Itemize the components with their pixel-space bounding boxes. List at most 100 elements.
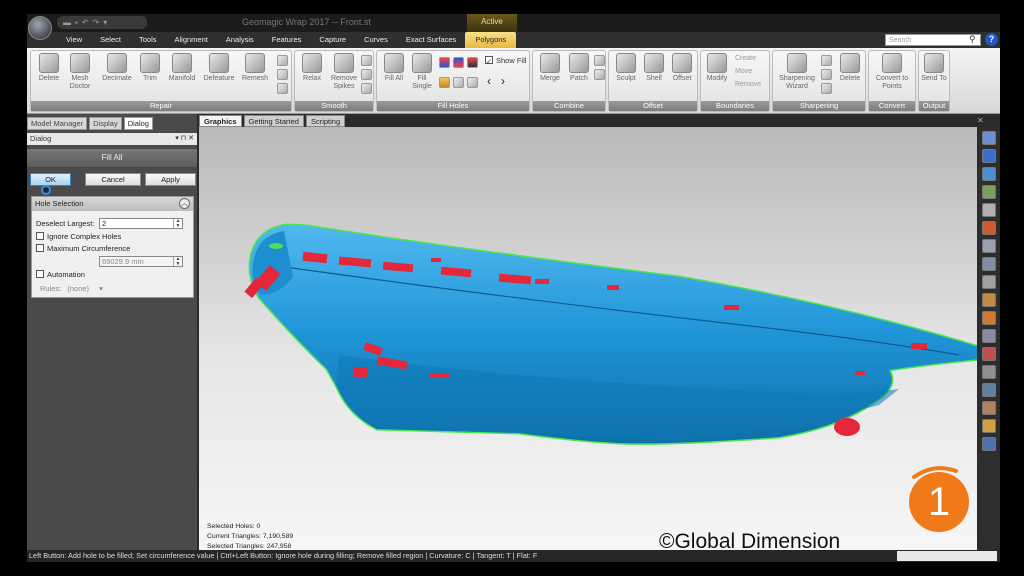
fill-type-tangent-icon[interactable] [453, 57, 464, 68]
smooth-small-icon-2[interactable] [361, 69, 372, 80]
tab-polygons[interactable]: Polygons [465, 32, 517, 48]
zoom-icon[interactable] [982, 203, 996, 217]
delete-button[interactable]: Delete [34, 53, 64, 83]
save-icon[interactable]: ▪ [75, 18, 78, 27]
viewport-close-icon[interactable]: ✕ [977, 116, 984, 125]
ok-button[interactable]: OK [30, 173, 71, 186]
view-fit-icon[interactable] [982, 131, 996, 145]
repair-small-icon-1[interactable] [277, 55, 288, 66]
rotate-icon[interactable] [982, 221, 996, 235]
tab-analysis[interactable]: Analysis [217, 32, 263, 48]
orient-icon[interactable] [982, 257, 996, 271]
tab-view[interactable]: View [57, 32, 91, 48]
automation-checkbox[interactable]: Automation [36, 270, 85, 279]
tab-getting-started[interactable]: Getting Started [243, 115, 304, 127]
combine-small-icon-1[interactable] [594, 55, 605, 66]
smooth-small-icon-3[interactable] [361, 83, 372, 94]
move-boundary-button[interactable]: Move [735, 68, 752, 75]
sharpening-wizard-button[interactable]: Sharpening Wizard [775, 53, 819, 91]
pan-icon[interactable] [982, 239, 996, 253]
mesh-doctor-button[interactable]: Mesh Doctor [65, 53, 95, 91]
offset-button[interactable]: Offset [667, 53, 697, 83]
search-icon[interactable]: ⚲ [969, 34, 976, 45]
qat-dropdown-icon[interactable]: ▾ [103, 18, 107, 27]
tab-alignment[interactable]: Alignment [166, 32, 217, 48]
trim-button[interactable]: Trim [135, 53, 165, 83]
tab-select[interactable]: Select [91, 32, 130, 48]
undo-icon[interactable]: ↶ [82, 18, 89, 27]
fill-mode-icon-2[interactable] [453, 77, 464, 88]
deselect-largest-stepper[interactable]: 2 ▲ ▼ [99, 218, 183, 229]
show-fill-checkbox[interactable]: ✓ Show Fill [485, 56, 526, 66]
graphics-viewport[interactable]: Selected Holes: 0 Current Triangles: 7,1… [199, 127, 977, 550]
sharpening-delete-button[interactable]: Delete [835, 53, 865, 83]
paint-icon[interactable] [982, 311, 996, 325]
edge-icon[interactable] [982, 383, 996, 397]
repair-small-icon-3[interactable] [277, 83, 288, 94]
select-box-icon[interactable] [982, 329, 996, 343]
sharpening-small-icon-3[interactable] [821, 83, 832, 94]
repair-small-icon-2[interactable] [277, 69, 288, 80]
tab-dialog[interactable]: Dialog [123, 117, 153, 130]
smooth-small-icon-1[interactable] [361, 55, 372, 66]
create-boundary-button[interactable]: Create [735, 55, 756, 62]
manifold-button[interactable]: Manifold [165, 53, 199, 83]
remove-spikes-button[interactable]: Remove Spikes [327, 53, 361, 91]
tab-exact-surfaces[interactable]: Exact Surfaces [397, 32, 465, 48]
convert-to-points-button[interactable]: Convert to Points [871, 53, 913, 91]
spinner-arrows-icon[interactable]: ▲ ▼ [173, 257, 182, 266]
color-icon[interactable] [982, 347, 996, 361]
maximum-circumference-checkbox[interactable]: Maximum Circumference [36, 244, 130, 253]
fill-all-button[interactable]: Fill All [379, 53, 409, 83]
hole-selection-header[interactable]: Hole Selection ︿ [32, 197, 193, 211]
redo-icon[interactable]: ↷ [93, 18, 100, 27]
combine-small-icon-2[interactable] [594, 69, 605, 80]
render-icon[interactable] [982, 437, 996, 451]
app-logo-icon[interactable] [28, 16, 52, 40]
sharpening-small-icon-2[interactable] [821, 69, 832, 80]
send-to-button[interactable]: Send To [920, 53, 948, 83]
modify-button[interactable]: Modify [702, 53, 732, 83]
circumference-input[interactable]: 69029.9 mm ▲ ▼ [99, 256, 183, 267]
chevron-left-icon[interactable]: ‹ [487, 74, 491, 88]
lighting-icon[interactable] [982, 419, 996, 433]
merge-button[interactable]: Merge [535, 53, 565, 83]
sculpt-button[interactable]: Sculpt [611, 53, 641, 83]
tab-scripting[interactable]: Scripting [305, 115, 346, 127]
fill-type-complete-icon[interactable] [439, 57, 450, 68]
tab-capture[interactable]: Capture [310, 32, 355, 48]
lasso-icon[interactable] [982, 275, 996, 289]
remesh-button[interactable]: Remesh [238, 53, 272, 83]
defeature-button[interactable]: Defeature [201, 53, 237, 83]
ignore-complex-holes-checkbox[interactable]: Ignore Complex Holes [36, 232, 121, 241]
tab-graphics[interactable]: Graphics [199, 115, 242, 127]
brush-icon[interactable] [982, 293, 996, 307]
view-front-icon[interactable] [982, 149, 996, 163]
fill-type-flat-icon[interactable] [467, 57, 478, 68]
apply-button[interactable]: Apply [145, 173, 196, 186]
search-input[interactable]: Search [885, 34, 981, 46]
chevron-down-icon[interactable]: ▾ [99, 284, 103, 293]
chevron-right-icon[interactable]: › [501, 74, 505, 88]
view-back-icon[interactable] [982, 167, 996, 181]
decimate-button[interactable]: Decimate [99, 53, 135, 83]
vertex-icon[interactable] [982, 365, 996, 379]
face-icon[interactable] [982, 401, 996, 415]
sharpening-small-icon-1[interactable] [821, 55, 832, 66]
collapse-icon[interactable]: ︿ [179, 198, 190, 209]
fill-single-button[interactable]: Fill Single [407, 53, 437, 91]
tab-features[interactable]: Features [263, 32, 311, 48]
shell-button[interactable]: Shell [639, 53, 669, 83]
dialog-pin-close-icon[interactable]: ▾ ⊓ ✕ [175, 133, 194, 145]
tab-tools[interactable]: Tools [130, 32, 166, 48]
relax-button[interactable]: Relax [297, 53, 327, 83]
folder-icon[interactable]: ▬ [63, 18, 71, 27]
rules-select[interactable]: (none) [67, 284, 89, 293]
spinner-arrows-icon[interactable]: ▲ ▼ [173, 219, 182, 228]
remove-boundary-button[interactable]: Remove [735, 81, 761, 88]
help-icon[interactable]: ? [985, 33, 998, 46]
tab-curves[interactable]: Curves [355, 32, 397, 48]
view-left-icon[interactable] [982, 185, 996, 199]
patch-button[interactable]: Patch [564, 53, 594, 83]
tab-display[interactable]: Display [89, 117, 122, 130]
